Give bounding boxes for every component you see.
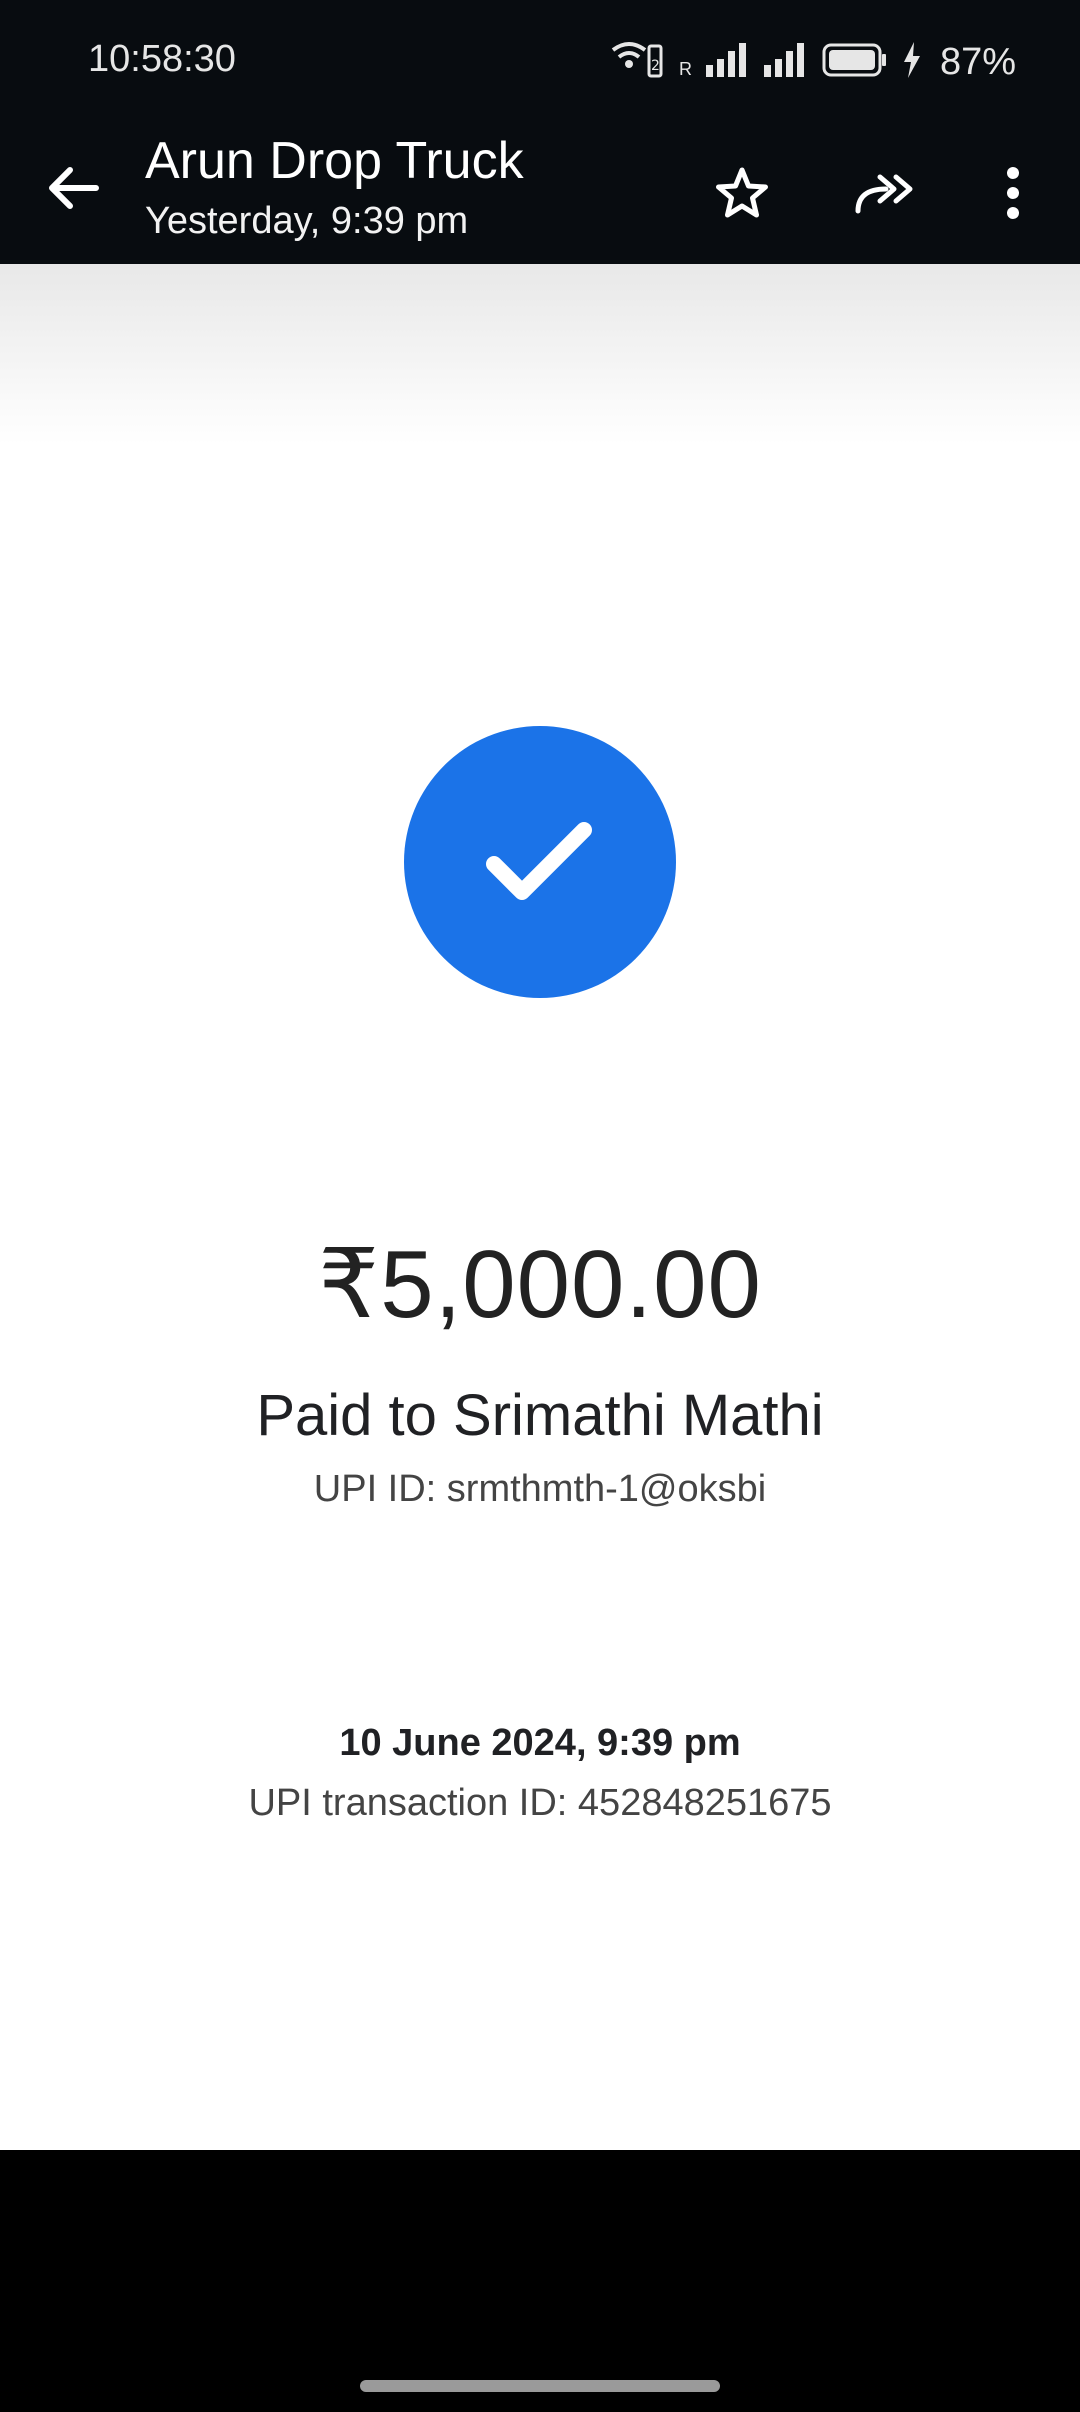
- signal-icon: [705, 42, 750, 82]
- sim-indicator: R: [678, 59, 692, 79]
- battery-icon: [822, 43, 888, 82]
- check-circle-icon: [404, 726, 676, 998]
- transaction-datetime: 10 June 2024, 9:39 pm: [339, 1722, 741, 1764]
- back-button[interactable]: [32, 150, 112, 230]
- bottom-area: [0, 2150, 1080, 2412]
- status-time: 10:58:30: [88, 38, 236, 80]
- payment-amount: ₹5,000.00: [318, 1231, 762, 1338]
- app-bar: Arun Drop Truck Yesterday, 9:39 pm: [0, 124, 1080, 264]
- title-block: Arun Drop Truck Yesterday, 9:39 pm: [145, 124, 524, 246]
- wifi-calling-icon: 2: [609, 40, 665, 85]
- forward-icon: [852, 171, 918, 220]
- battery-percent: 87%: [939, 40, 1016, 83]
- status-bar: 10:58:30 2 R 87%: [0, 0, 1080, 124]
- status-icons: 2 R 87%: [609, 36, 1016, 88]
- receipt-content: ₹5,000.00 Paid to Srimathi Mathi UPI ID:…: [0, 264, 1080, 2150]
- payee-upi-id: UPI ID: srmthmth-1@oksbi: [313, 1468, 767, 1510]
- home-indicator[interactable]: [360, 2380, 720, 2392]
- forward-button[interactable]: [840, 150, 930, 240]
- star-button[interactable]: [697, 150, 787, 240]
- page-title: Arun Drop Truck: [145, 132, 524, 190]
- top-shade: [0, 264, 1080, 444]
- charging-icon: [902, 41, 922, 83]
- signal-icon: [763, 42, 808, 82]
- payee-name: Paid to Srimathi Mathi: [256, 1383, 824, 1448]
- svg-text:2: 2: [651, 58, 660, 74]
- more-vert-icon: [1005, 166, 1021, 224]
- star-icon: [714, 166, 770, 225]
- transaction-id: UPI transaction ID: 452848251675: [248, 1782, 832, 1824]
- more-options-button[interactable]: [968, 150, 1058, 240]
- back-arrow-icon: [44, 164, 100, 217]
- page-subtitle: Yesterday, 9:39 pm: [145, 200, 469, 242]
